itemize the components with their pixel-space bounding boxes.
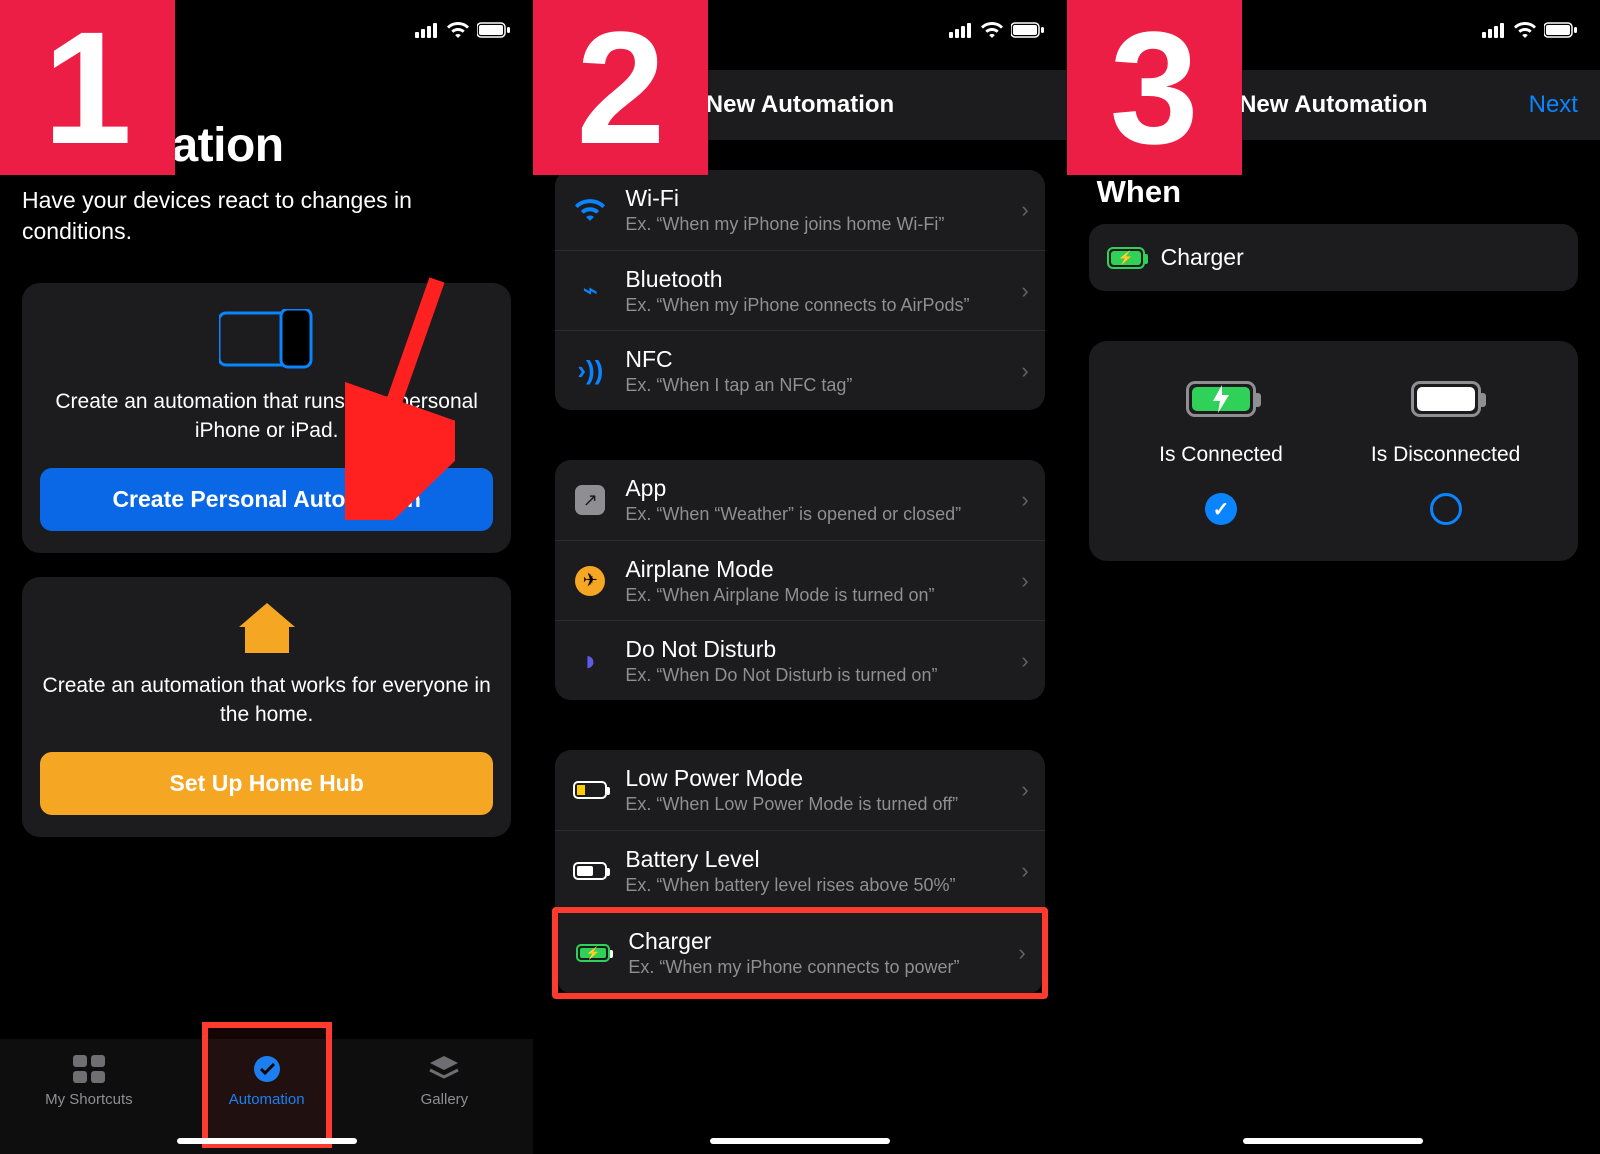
trigger-group-connectivity: Wi-FiEx. “When my iPhone joins home Wi-F… <box>555 170 1044 410</box>
battery-connected-icon <box>1186 381 1256 417</box>
selected-trigger-label: Charger <box>1161 244 1244 271</box>
chevron-right-icon: › <box>1021 858 1028 884</box>
chevron-right-icon: › <box>1021 777 1028 803</box>
screen-1: 1 Automation Have your devices react to … <box>0 0 533 1154</box>
trigger-nfc[interactable]: ›)) NFCEx. “When I tap an NFC tag” › <box>555 330 1044 410</box>
wifi-icon <box>575 199 605 221</box>
chevron-right-icon: › <box>1021 648 1028 674</box>
trigger-charger[interactable]: ⚡ ChargerEx. “When my iPhone connects to… <box>558 913 1041 993</box>
tab-label: Gallery <box>421 1091 469 1108</box>
moon-icon: ◗ <box>571 642 609 680</box>
home-card-text: Create an automation that works for ever… <box>40 671 493 730</box>
trigger-do-not-disturb[interactable]: ◗ Do Not DisturbEx. “When Do Not Disturb… <box>555 620 1044 700</box>
selected-trigger-row[interactable]: ⚡ Charger <box>1089 224 1578 291</box>
battery-charging-icon: ⚡ <box>576 944 610 962</box>
annotation-highlight-tab <box>202 1022 332 1148</box>
charger-options-card: Is Connected Is Disconnected <box>1089 341 1578 561</box>
battery-low-icon <box>573 781 607 799</box>
trigger-low-power-mode[interactable]: Low Power ModeEx. “When Low Power Mode i… <box>555 750 1044 830</box>
step-badge-1: 1 <box>0 0 175 175</box>
setup-home-hub-button[interactable]: Set Up Home Hub <box>40 752 493 815</box>
tab-label: My Shortcuts <box>45 1091 133 1108</box>
airplane-icon: ✈ <box>575 566 605 596</box>
section-when-title: When <box>1097 174 1570 210</box>
bluetooth-icon: ⌁ <box>571 272 609 310</box>
status-bar <box>1482 20 1578 40</box>
chevron-right-icon: › <box>1021 197 1028 223</box>
tab-my-shortcuts[interactable]: My Shortcuts <box>19 1053 159 1108</box>
trigger-app[interactable]: ↗ AppEx. “When “Weather” is opened or cl… <box>555 460 1044 540</box>
trigger-group-settings: ↗ AppEx. “When “Weather” is opened or cl… <box>555 460 1044 700</box>
annotation-highlight-row: ⚡ ChargerEx. “When my iPhone connects to… <box>552 907 1047 999</box>
tab-gallery[interactable]: Gallery <box>374 1053 514 1108</box>
radio-checked-icon <box>1205 493 1237 525</box>
home-automation-card: Create an automation that works for ever… <box>22 577 511 837</box>
step-badge-3: 3 <box>1067 0 1242 175</box>
status-bar <box>949 20 1045 40</box>
devices-icon <box>219 309 315 369</box>
trigger-airplane-mode[interactable]: ✈ Airplane ModeEx. “When Airplane Mode i… <box>555 540 1044 620</box>
chevron-right-icon: › <box>1021 568 1028 594</box>
home-icon <box>239 603 295 653</box>
radio-unchecked-icon <box>1430 493 1462 525</box>
chevron-right-icon: › <box>1021 487 1028 513</box>
chevron-right-icon: › <box>1021 278 1028 304</box>
status-bar <box>415 20 511 40</box>
chevron-right-icon: › <box>1018 940 1025 966</box>
nfc-icon: ›)) <box>571 352 609 390</box>
home-indicator <box>177 1138 357 1144</box>
page-subtitle: Have your devices react to changes in co… <box>22 185 511 247</box>
home-indicator <box>1243 1138 1423 1144</box>
trigger-bluetooth[interactable]: ⌁ BluetoothEx. “When my iPhone connects … <box>555 250 1044 330</box>
battery-charging-icon: ⚡ <box>1107 247 1145 269</box>
step-badge-2: 2 <box>533 0 708 175</box>
chevron-right-icon: › <box>1021 358 1028 384</box>
option-is-connected[interactable]: Is Connected <box>1121 381 1321 525</box>
screen-3: 3 New Automation Next When ⚡ Charger Is … <box>1067 0 1600 1154</box>
battery-disconnected-icon <box>1411 381 1481 417</box>
annotation-arrow <box>345 270 455 520</box>
trigger-group-battery: Low Power ModeEx. “When Low Power Mode i… <box>555 750 1044 910</box>
app-icon: ↗ <box>575 485 605 515</box>
trigger-wifi[interactable]: Wi-FiEx. “When my iPhone joins home Wi-F… <box>555 170 1044 250</box>
screen-2: 2 New Automation Wi-FiEx. “When my iPhon… <box>533 0 1066 1154</box>
option-is-disconnected[interactable]: Is Disconnected <box>1346 381 1546 525</box>
home-indicator <box>710 1138 890 1144</box>
battery-half-icon <box>573 862 607 880</box>
trigger-battery-level[interactable]: Battery LevelEx. “When battery level ris… <box>555 830 1044 910</box>
